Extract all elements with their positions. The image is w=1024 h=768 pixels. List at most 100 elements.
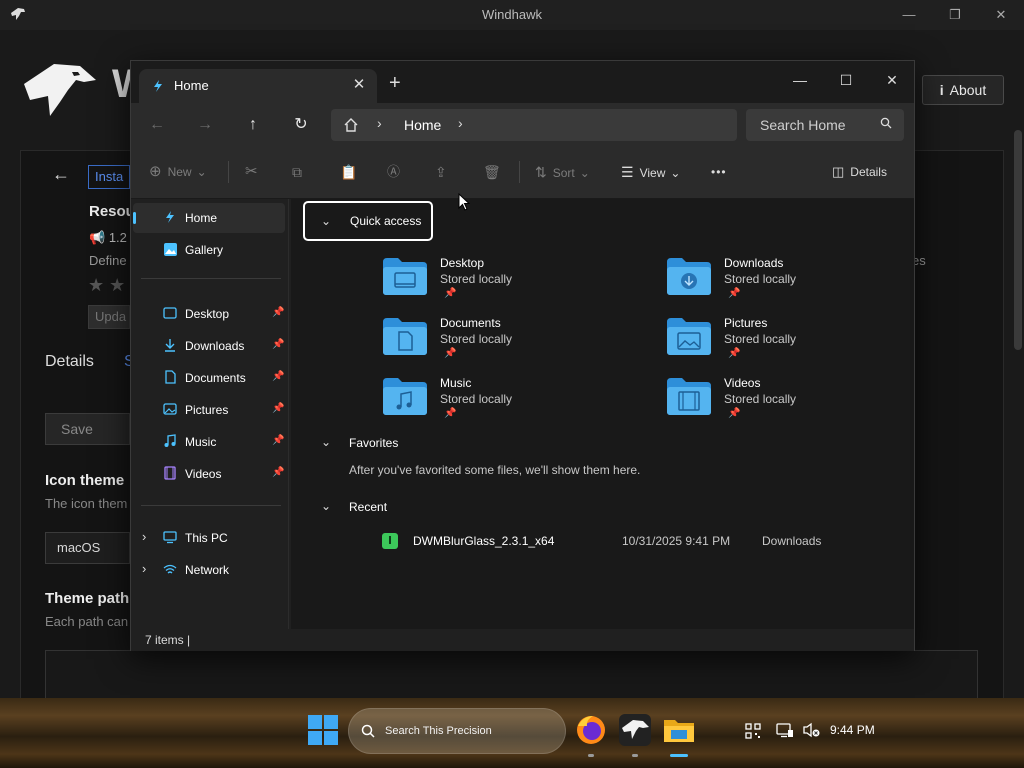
nav-label: Downloads	[185, 339, 245, 353]
details-label: Details	[850, 165, 887, 179]
minimize-button[interactable]: —	[777, 65, 823, 95]
taskbar-clock[interactable]: 9:44 PM	[830, 723, 875, 737]
refresh-button[interactable]: ↻	[285, 111, 317, 139]
quick-access-documents[interactable]: Documents Stored locally 📌	[382, 314, 642, 366]
nav-item-this-pc[interactable]: › This PC	[133, 523, 285, 553]
new-label: New	[167, 165, 192, 179]
update-button[interactable]: Upda	[88, 305, 130, 329]
forward-button[interactable]: →	[189, 111, 221, 139]
install-button[interactable]: Insta	[88, 165, 130, 189]
quick-access-downloads[interactable]: Downloads Stored locally 📌	[666, 254, 926, 306]
nav-item-documents[interactable]: Documents 📌	[133, 363, 285, 393]
nav-label: Pictures	[185, 403, 229, 417]
search-box[interactable]: Search Home	[746, 109, 904, 141]
pictures-folder-icon	[667, 318, 711, 355]
recent-header[interactable]: Recent	[349, 500, 387, 514]
qr-scanner-icon[interactable]	[745, 723, 761, 739]
music-folder-icon	[383, 378, 427, 415]
windhawk-close-button[interactable]: ✕	[978, 0, 1024, 30]
quick-access-videos[interactable]: Videos Stored locally 📌	[666, 374, 926, 426]
firefox-icon[interactable]	[573, 712, 609, 748]
folder-status: Stored locally	[440, 272, 513, 286]
icon-theme-select[interactable]: macOS Blue	[45, 532, 130, 564]
rename-icon[interactable]: Ⓐ	[387, 159, 400, 185]
back-arrow-icon[interactable]: ←	[52, 164, 70, 185]
quick-access-music[interactable]: Music Stored locally 📌	[382, 374, 642, 426]
folder-name: Pictures	[724, 316, 768, 330]
chevron-down-icon: ⌄	[196, 165, 207, 179]
copy-icon[interactable]: ⧉	[292, 159, 302, 185]
tab-title: Home	[174, 78, 209, 93]
maximize-button[interactable]: ☐	[823, 65, 869, 95]
chevron-down-icon[interactable]: ⌄	[321, 435, 331, 449]
share-icon[interactable]: ⇪	[435, 159, 447, 185]
close-window-button[interactable]: ✕	[869, 65, 915, 95]
folder-status: Stored locally	[724, 332, 797, 346]
chevron-down-icon[interactable]: ⌄	[321, 499, 331, 513]
new-button[interactable]: ⊕ New ⌄	[149, 159, 207, 185]
nav-item-music[interactable]: Music 📌	[133, 427, 285, 457]
chevron-right-icon[interactable]: ›	[142, 561, 146, 576]
paste-icon[interactable]: 📋	[340, 159, 357, 185]
address-bar[interactable]: › Home ›	[331, 109, 737, 141]
computer-icon	[163, 531, 177, 544]
cut-icon[interactable]: ✂	[245, 159, 258, 185]
favorites-header[interactable]: Favorites	[349, 436, 398, 450]
display-network-icon[interactable]	[776, 722, 794, 738]
nav-label: Documents	[185, 371, 246, 385]
folder-name: Downloads	[724, 256, 784, 270]
nav-item-gallery[interactable]: Gallery	[133, 235, 285, 265]
nav-item-network[interactable]: › Network	[133, 555, 285, 585]
nav-separator	[141, 505, 281, 506]
save-settings-button[interactable]: Save settin	[45, 413, 130, 445]
breadcrumb-home[interactable]: Home	[404, 117, 441, 133]
new-tab-button[interactable]: +	[389, 73, 401, 93]
item-count: 7 items |	[145, 633, 191, 647]
view-button[interactable]: ☰ View ⌄	[621, 159, 680, 185]
more-options-button[interactable]: •••	[711, 159, 727, 185]
mod-version: 📢 1.2	[89, 230, 127, 246]
details-pane-button[interactable]: ◫ Details	[832, 159, 887, 185]
nav-item-videos[interactable]: Videos 📌	[133, 459, 285, 489]
download-icon	[165, 339, 175, 352]
view-list-icon: ☰	[621, 164, 634, 180]
tab-details[interactable]: Details	[45, 353, 94, 371]
nav-label: This PC	[185, 531, 228, 545]
windows-start-icon[interactable]	[305, 712, 341, 748]
chevron-right-icon[interactable]: ›	[142, 529, 146, 544]
breadcrumb-chevron-icon[interactable]: ›	[458, 115, 463, 131]
windhawk-restore-button[interactable]: ❐	[932, 0, 978, 30]
nav-label: Gallery	[185, 243, 224, 257]
up-button[interactable]: ↑	[237, 111, 269, 139]
pin-icon: 📌	[444, 288, 457, 299]
windhawk-scrollbar[interactable]	[1014, 130, 1022, 350]
volume-muted-icon[interactable]	[802, 722, 820, 738]
nav-item-pictures[interactable]: Pictures 📌	[133, 395, 285, 425]
tab-bar: Home ✕ + — ☐ ✕	[131, 61, 914, 103]
gallery-icon	[164, 243, 177, 256]
nav-item-downloads[interactable]: Downloads 📌	[133, 331, 285, 361]
quick-access-desktop[interactable]: Desktop Stored locally 📌	[382, 254, 642, 306]
folder-status: Stored locally	[440, 332, 513, 346]
back-button[interactable]: ←	[141, 111, 173, 139]
quick-access-title: Quick access	[350, 214, 422, 228]
file-explorer-taskbar-icon[interactable]	[661, 712, 697, 748]
recent-file-row[interactable]: DWMBlurGlass_2.3.1_x64 10/31/2025 9:41 P…	[381, 529, 901, 553]
about-button[interactable]: i About	[922, 75, 1004, 105]
pin-icon: 📌	[272, 307, 285, 318]
sort-button[interactable]: ⇅ Sort ⌄	[535, 159, 590, 185]
quick-access-pictures[interactable]: Pictures Stored locally 📌	[666, 314, 926, 366]
nav-item-desktop[interactable]: Desktop 📌	[133, 299, 285, 329]
nav-item-home[interactable]: Home	[133, 203, 285, 233]
quick-access-header[interactable]: ⌄ Quick access	[303, 201, 433, 241]
windhawk-taskbar-icon[interactable]	[617, 712, 653, 748]
tab-home[interactable]: Home ✕	[139, 69, 377, 103]
close-tab-icon[interactable]: ✕	[349, 75, 369, 95]
taskbar-search-box[interactable]: Search This Precision	[348, 708, 566, 754]
home-nav-icon	[166, 211, 174, 223]
delete-icon[interactable]: 🗑	[483, 159, 501, 185]
file-explorer-active-indicator	[670, 754, 688, 757]
windhawk-minimize-button[interactable]: —	[886, 0, 932, 30]
pin-icon: 📌	[728, 348, 741, 359]
pin-icon: 📌	[272, 371, 285, 382]
